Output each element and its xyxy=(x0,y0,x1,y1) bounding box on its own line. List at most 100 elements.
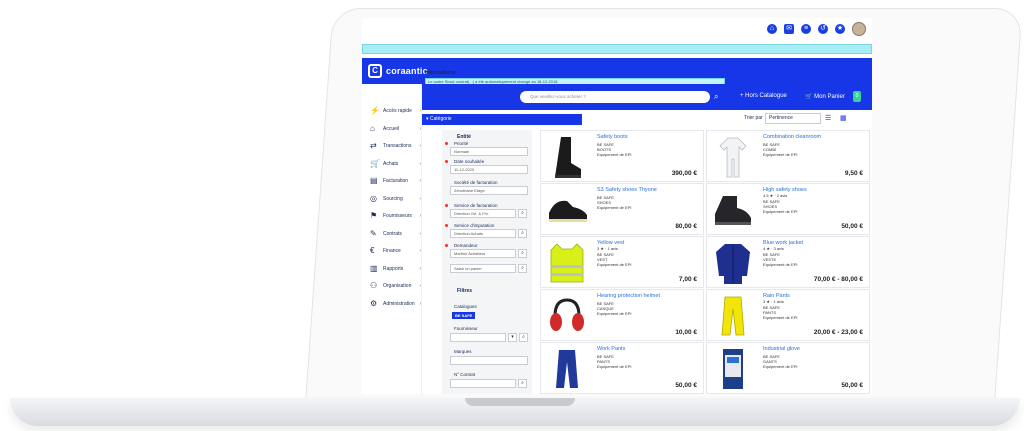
sidebar-item[interactable]: ⇄ Transactions › xyxy=(362,139,422,153)
product-name-link[interactable]: Work Pants xyxy=(597,346,625,352)
user-avatar[interactable] xyxy=(852,22,866,36)
product-meta: BE SAFE PANTS Equipement de EPI xyxy=(763,305,797,320)
grid-view-icon[interactable]: ▦ xyxy=(840,115,847,122)
contract-filter-input[interactable] xyxy=(450,379,516,388)
sort-select[interactable]: Pertinence xyxy=(765,113,821,124)
history-icon[interactable]: ↺ xyxy=(818,24,828,34)
product-name-link[interactable]: Hearing protection helmet xyxy=(597,293,660,299)
search-icon[interactable]: ⌕ xyxy=(714,92,718,102)
product-price: 50,00 € xyxy=(841,382,863,389)
product-image[interactable] xyxy=(545,347,589,391)
hors-catalogue-button[interactable]: + Hors Catalogue xyxy=(740,93,787,99)
product-image[interactable] xyxy=(711,241,755,285)
purchase-service-search-button[interactable]: ⌕ xyxy=(518,229,527,238)
mail-icon[interactable]: ✉ xyxy=(784,24,794,34)
logo[interactable]: C coraantic xyxy=(368,64,428,78)
date-label: Date souhaitée xyxy=(454,159,485,164)
product-meta: BE SAFE CASQUE Equipement de EPI xyxy=(597,301,631,316)
sidebar-item-label: Finance xyxy=(383,248,401,254)
product-image[interactable] xyxy=(711,135,755,179)
product-card[interactable]: Rain Pants 3 ★ · 1 avis BE SAFE PANTS Equipe… xyxy=(706,289,870,341)
chevron-right-icon: › xyxy=(419,195,421,202)
contract-icon: ✎ xyxy=(370,228,377,238)
date-field[interactable]: 11-12-2020 xyxy=(450,165,528,174)
sidebar-item[interactable]: ⚇ Organisation › xyxy=(362,279,422,293)
product-meta-line: Equipement de EPI xyxy=(763,315,798,320)
supplier-filter-dropdown[interactable]: ▾ xyxy=(508,333,517,342)
product-image[interactable] xyxy=(545,241,589,285)
product-image[interactable] xyxy=(545,188,589,232)
invoice-service-search-button[interactable]: ⌕ xyxy=(518,209,527,218)
order-search-button[interactable]: ⌕ xyxy=(518,264,527,273)
sidebar-item[interactable]: ⌂ Accueil › xyxy=(362,122,422,136)
report-icon: ▥ xyxy=(370,263,378,273)
invoice-service-input[interactable]: Direction Gé. & Fin. xyxy=(450,209,516,218)
product-price: 20,00 € - 23,00 € xyxy=(813,329,863,336)
sidebar-item[interactable]: ⚙ Administration › xyxy=(362,297,422,311)
chevron-right-icon: › xyxy=(419,178,421,184)
order-input[interactable]: Saisir un panier xyxy=(450,264,516,273)
product-image[interactable] xyxy=(711,188,755,232)
sidebar-item-label: Sourcing xyxy=(383,195,403,202)
requester-search-button[interactable]: ⌕ xyxy=(518,249,527,258)
product-card[interactable]: S3 Safety shoes Thyone BE SAFE SHOES Equipe… xyxy=(540,183,704,235)
product-name-link[interactable]: Industrial glove xyxy=(763,346,800,352)
product-meta-line: Equipement de EPI xyxy=(763,364,798,369)
product-price: 70,00 € - 80,00 € xyxy=(813,276,863,283)
filters-heading: Filtres xyxy=(457,288,473,294)
company-select[interactable]: Zénothane Etage xyxy=(450,186,528,195)
product-price: 50,00 € xyxy=(841,223,863,230)
contract-filter-search-button[interactable]: ⌕ xyxy=(518,379,527,388)
filter-panel: Entité Priorité Normale Date souhaitée 1… xyxy=(442,130,532,394)
star-icon[interactable]: ★ xyxy=(835,24,845,34)
priority-select[interactable]: Normale xyxy=(450,147,528,156)
catalogue-filter-badge[interactable]: BE SAFE xyxy=(452,312,476,319)
sidebar-item[interactable]: 🛒 Achats › xyxy=(362,157,422,171)
product-card[interactable]: Work Pants BE SAFE PANTS Equipement de EPI 5… xyxy=(540,342,704,394)
product-meta-line: Equipement de EPI xyxy=(597,364,632,369)
category-dropdown[interactable]: ▾ Catégorie xyxy=(422,114,582,125)
product-name-link[interactable]: S3 Safety shoes Thyone xyxy=(597,187,657,193)
product-card[interactable]: High safety shoes 4.5 ★ · 2 avis BE SAFE SH… xyxy=(706,183,870,235)
sidebar-item[interactable]: ◎ Sourcing › xyxy=(362,192,422,206)
list-view-icon[interactable]: ☰ xyxy=(825,115,832,122)
home-icon[interactable]: ⌂ xyxy=(767,24,777,34)
product-price: 10,00 € xyxy=(675,329,697,336)
message-icon[interactable]: ≡ xyxy=(801,24,811,34)
product-card[interactable]: Yellow vest 3 ★ · 1 avis BE SAFE VEST Equipe… xyxy=(540,236,704,288)
product-image[interactable] xyxy=(545,135,589,179)
chevron-right-icon: › xyxy=(419,160,421,167)
sidebar-item[interactable]: € Finance › xyxy=(362,244,422,258)
product-image[interactable] xyxy=(711,294,755,338)
product-meta-line: Equipement de EPI xyxy=(597,311,632,316)
brand-filter-select[interactable] xyxy=(450,356,528,365)
sidebar-item[interactable]: ▤ Facturation › xyxy=(362,174,422,188)
product-card[interactable]: Combination cleanroom BE SAFE COMBI Equipem… xyxy=(706,130,870,182)
product-card[interactable]: Industrial glove BE SAFE GANTS Equipement d… xyxy=(706,342,870,394)
supplier-filter-input[interactable] xyxy=(450,333,506,342)
sidebar-item-label: Fournisseurs xyxy=(383,213,412,219)
sidebar-item[interactable]: ⚑ Fournisseurs › xyxy=(362,209,422,223)
sidebar: ⚡ Accès rapide › ⌂ Accueil › ⇄ Transactions › 🛒 Ac… xyxy=(362,84,422,394)
product-name-link[interactable]: Safety boots xyxy=(597,134,628,140)
priority-label: Priorité xyxy=(454,141,469,146)
app-screen: ⌂ ✉ ≡ ↺ ★ C coraantic ⚡ Accès rapide › ⌂ Acc… xyxy=(362,18,872,394)
required-marker xyxy=(445,142,448,145)
sidebar-item[interactable]: ✎ Contrats › xyxy=(362,227,422,241)
supplier-filter-search-button[interactable]: ⌕ xyxy=(519,333,528,342)
search-input[interactable]: Que veuillez-vous acheter ? xyxy=(520,91,710,103)
product-image[interactable] xyxy=(711,347,755,391)
cart-count-badge: 0 xyxy=(853,91,861,102)
product-name-link[interactable]: Combination cleanroom xyxy=(763,134,821,140)
product-rating: 3 ★ · 1 avis xyxy=(597,246,618,251)
product-card[interactable]: Safety boots BE SAFE BOOTS Equipement de EP… xyxy=(540,130,704,182)
mon-panier-button[interactable]: 🛒 Mon Panier xyxy=(805,93,845,100)
purchase-service-input[interactable]: Direction Achats xyxy=(450,229,516,238)
sidebar-item[interactable]: ⚡ Accès rapide › xyxy=(362,104,422,118)
requester-input[interactable]: Martine Achatteur xyxy=(450,249,516,258)
product-rating: 4.5 ★ · 2 avis xyxy=(763,193,788,198)
product-card[interactable]: Blue work jacket 4 ★ · 3 avis BE SAFE VESTE… xyxy=(706,236,870,288)
product-image[interactable] xyxy=(545,294,589,338)
product-card[interactable]: Hearing protection helmet BE SAFE CASQUE Eq… xyxy=(540,289,704,341)
sidebar-item[interactable]: ▥ Rapports › xyxy=(362,262,422,276)
